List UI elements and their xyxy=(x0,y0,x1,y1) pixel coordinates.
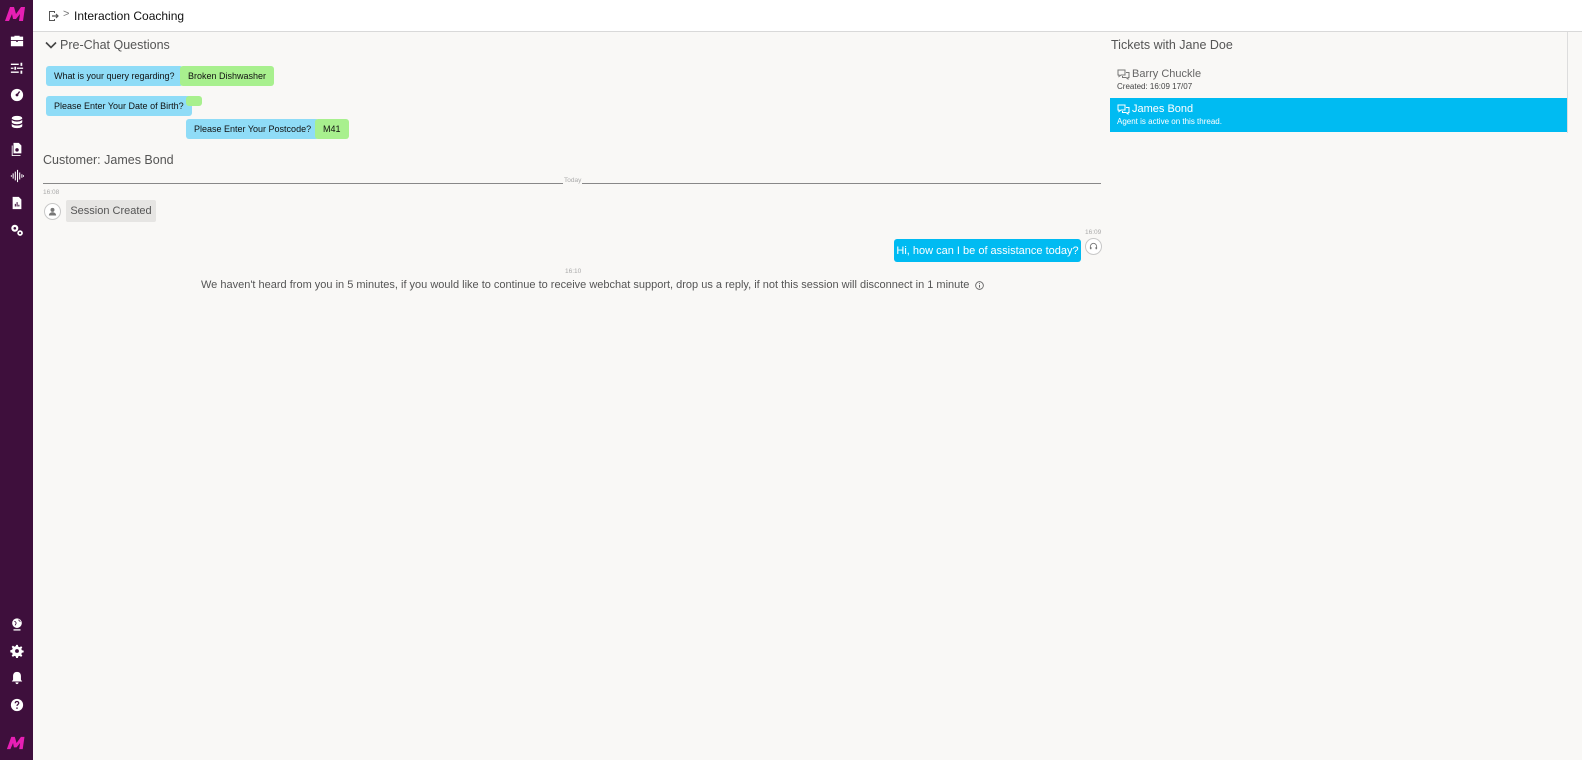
message-time: 16:09 xyxy=(1085,229,1102,236)
ticket-subtext: Created: 16:09 17/07 xyxy=(1117,82,1193,91)
chat-bubbles-icon xyxy=(1117,69,1130,80)
prechat-question: Please Enter Your Postcode? xyxy=(186,119,320,139)
prechat-question: What is your query regarding? xyxy=(46,66,183,86)
breadcrumb-separator: > xyxy=(63,8,70,20)
agent-message-bubble: Hi, how can I be of assistance today? xyxy=(894,239,1081,262)
prechat-answer xyxy=(186,96,202,106)
day-label: Today xyxy=(563,177,583,184)
prechat-question: Please Enter Your Date of Birth? xyxy=(46,96,192,116)
tickets-title: Tickets with Jane Doe xyxy=(1111,38,1233,52)
report-icon[interactable] xyxy=(6,192,27,213)
prechat-toggle[interactable]: Pre-Chat Questions xyxy=(45,38,170,52)
ticket-item[interactable]: Barry Chuckle Created: 16:09 17/07 xyxy=(1110,67,1568,97)
prechat-answer: Broken Dishwasher xyxy=(180,66,275,86)
info-icon[interactable] xyxy=(975,280,985,290)
chevron-down-icon xyxy=(45,41,57,49)
system-message: We haven't heard from you in 5 minutes, … xyxy=(201,279,985,291)
headset-icon xyxy=(1089,242,1098,250)
dashboard-icon[interactable] xyxy=(6,84,27,105)
agent-avatar xyxy=(1085,238,1102,255)
database-icon[interactable] xyxy=(6,111,27,132)
documents-icon[interactable] xyxy=(6,138,27,159)
prechat-answer: M41 xyxy=(315,119,349,139)
prechat-title: Pre-Chat Questions xyxy=(60,38,170,52)
ticket-subtext: Agent is active on this thread. xyxy=(1117,117,1222,126)
globe-icon[interactable] xyxy=(6,613,27,634)
gears-icon[interactable] xyxy=(6,219,27,240)
message-time: 16:10 xyxy=(565,268,582,275)
customer-avatar xyxy=(44,203,61,220)
sliders-icon[interactable] xyxy=(6,57,27,78)
m-logo-icon[interactable] xyxy=(4,4,29,24)
topbar: > Interaction Coaching xyxy=(33,0,1582,32)
panel-border xyxy=(1567,32,1568,133)
audio-wave-icon[interactable] xyxy=(6,165,27,186)
customer-title: Customer: James Bond xyxy=(43,153,174,167)
ticket-item-active[interactable]: James Bond Agent is active on this threa… xyxy=(1110,98,1568,132)
ticket-name: James Bond xyxy=(1132,103,1194,115)
ticket-name: Barry Chuckle xyxy=(1132,68,1202,80)
chat-bubbles-icon xyxy=(1117,104,1130,115)
session-created-bubble: Session Created xyxy=(66,200,156,222)
briefcase-icon[interactable] xyxy=(6,30,27,51)
user-icon xyxy=(48,207,57,216)
home-icon[interactable] xyxy=(46,9,60,23)
page-title: Interaction Coaching xyxy=(74,9,185,23)
bell-icon[interactable] xyxy=(6,667,27,688)
m-logo-icon[interactable] xyxy=(2,730,31,756)
sidebar xyxy=(0,0,33,760)
system-message-text: We haven't heard from you in 5 minutes, … xyxy=(201,279,970,291)
message-time: 16:08 xyxy=(43,189,60,196)
help-icon[interactable] xyxy=(6,694,27,715)
settings-icon[interactable] xyxy=(6,640,27,661)
